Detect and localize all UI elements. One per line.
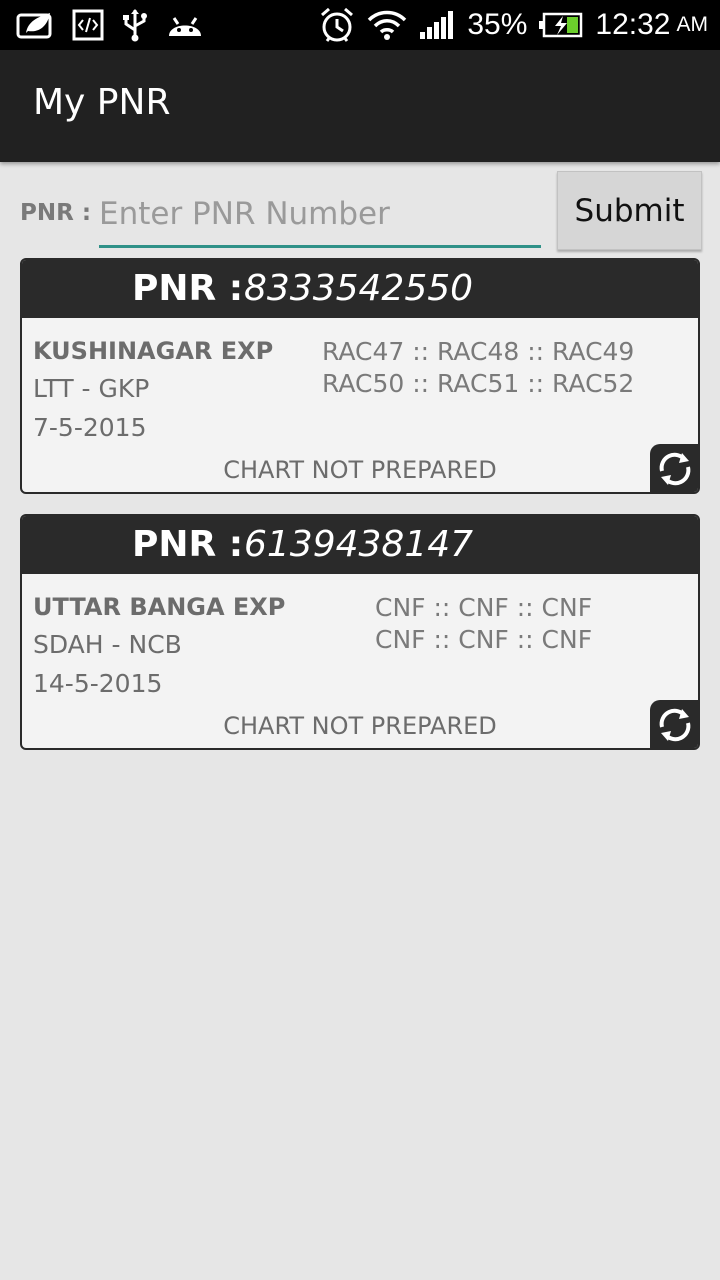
pnr-card-label: PNR :: [132, 268, 244, 309]
pnr-card: PNR : 8333542550 KUSHINAGAR EXP LTT - GK…: [20, 258, 700, 494]
submit-button[interactable]: Submit: [557, 171, 702, 250]
battery-percent: 35%: [467, 8, 528, 41]
seat-status-line-1: CNF :: CNF :: CNF: [375, 593, 593, 622]
seat-status-line-2: RAC50 :: RAC51 :: RAC52: [322, 369, 635, 398]
train-name: KUSHINAGAR EXP: [33, 337, 274, 365]
train-name: UTTAR BANGA EXP: [33, 593, 286, 621]
app-bar: My PNR: [0, 50, 720, 162]
refresh-button[interactable]: [650, 700, 698, 748]
train-route: SDAH - NCB: [33, 630, 182, 659]
pnr-card-header: PNR : 8333542550: [22, 260, 698, 318]
pnr-card-header: PNR : 6139438147: [22, 516, 698, 574]
chart-status: CHART NOT PREPARED: [223, 712, 497, 740]
signal-icon: [420, 11, 454, 39]
wifi-icon: [368, 10, 407, 40]
seat-status-line-1: RAC47 :: RAC48 :: RAC49: [322, 337, 635, 366]
leaf-notification-icon: [16, 13, 52, 39]
status-bar: 35% 12:32 AM: [0, 0, 720, 50]
alarm-icon: [321, 7, 354, 42]
journey-date: 7-5-2015: [33, 413, 147, 442]
pnr-input-label: PNR :: [20, 200, 92, 226]
pnr-card-number: 8333542550: [244, 268, 474, 309]
status-system: 35% 12:32 AM: [319, 0, 708, 50]
clock-ampm: AM: [676, 13, 709, 36]
status-notifications: [16, 8, 204, 42]
refresh-icon: [659, 452, 691, 486]
pnr-number-input[interactable]: [99, 188, 541, 248]
battery-charging-icon: [539, 12, 583, 38]
refresh-button[interactable]: [650, 444, 698, 492]
clock-time: 12:32: [595, 8, 671, 41]
pnr-card-label: PNR :: [132, 524, 244, 565]
pnr-card-number: 6139438147: [244, 524, 474, 565]
usb-icon: [123, 9, 147, 42]
refresh-icon: [659, 708, 691, 742]
app-title: My PNR: [33, 82, 171, 123]
android-icon: [169, 17, 201, 36]
pnr-card: PNR : 6139438147 UTTAR BANGA EXP SDAH - …: [20, 514, 700, 750]
train-route: LTT - GKP: [33, 374, 150, 403]
developer-code-icon: [72, 9, 104, 41]
seat-status-line-2: CNF :: CNF :: CNF: [375, 625, 593, 654]
chart-status: CHART NOT PREPARED: [223, 456, 497, 484]
journey-date: 14-5-2015: [33, 669, 163, 698]
